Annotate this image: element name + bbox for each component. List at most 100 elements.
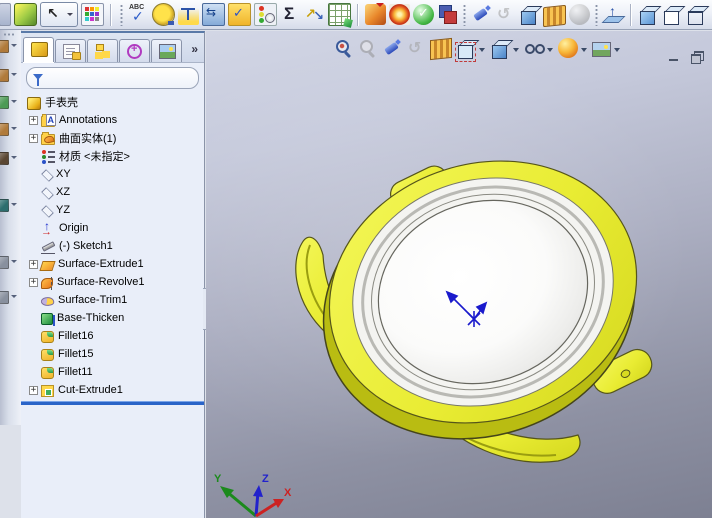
tree-item-yz[interactable]: YZ [21,201,204,219]
annotations-icon [41,114,56,127]
texture-panels-icon[interactable] [543,4,566,27]
dropdown-arrow-icon [11,127,17,133]
tree-item-label: Annotations [59,114,118,126]
strip-tool-icon[interactable] [0,291,17,304]
feature-tree: 手表壳 + Annotations + 曲面实体(1) 材质 <未指定> XY XZ YZ Ori… [21,93,204,399]
feature-statistics-icon[interactable] [254,3,277,26]
surface-trim-icon [40,295,55,308]
triad-y-label: Y [214,473,222,485]
view-cube-shaded-icon[interactable] [638,4,662,25]
color-palette-icon[interactable] [81,3,104,26]
tree-item-fillet11[interactable]: Fillet11 [21,363,204,381]
origin-icon [41,219,55,238]
part-box-icon[interactable] [14,3,37,26]
sphere-icon[interactable] [569,4,590,25]
tree-item-label: Fillet15 [58,348,94,360]
plane-icon [41,186,54,200]
tree-item-label: Origin [59,222,89,234]
filter-funnel-icon [33,74,43,86]
strip-tool-icon[interactable] [0,96,17,109]
mass-properties-icon[interactable] [178,4,199,25]
curvature-arrows-icon[interactable] [304,4,325,25]
dropdown-arrow-icon [11,203,17,209]
display-cube-icon[interactable] [519,4,543,25]
cut-extrude-icon [41,385,54,397]
toolbar-separator [630,3,632,26]
tree-item-annotations[interactable]: + Annotations [21,111,204,129]
design-table-icon[interactable] [328,3,351,26]
material-icon [41,149,55,163]
tree-item-fillet15[interactable]: Fillet15 [21,345,204,363]
update-arrows-icon[interactable] [202,3,225,26]
tree-item-surface-trim1[interactable]: Surface-Trim1 [21,291,204,309]
select-arrow-icon[interactable] [40,2,78,27]
tree-item-1[interactable]: + 曲面实体(1) [21,129,204,147]
tree-item-fillet16[interactable]: Fillet16 [21,327,204,345]
model-watch-case[interactable] [206,31,712,518]
tree-item-label: Fillet16 [58,330,94,342]
tree-expander[interactable]: + [29,385,38,395]
reference-triad: Y Z X [214,473,292,518]
tree-item-base-thicken[interactable]: Base-Thicken [21,309,204,327]
tree-item-surface-revolve1[interactable]: + Surface-Revolve1 [21,273,204,291]
tree-item-sketch1[interactable]: (-) Sketch1 [21,237,204,255]
measure-tape-icon[interactable] [152,3,175,26]
tree-item-label: 手表壳 [45,97,78,109]
tree-expander[interactable]: + [29,277,38,287]
toolbar-separator [463,3,466,26]
realview-glow-icon[interactable] [389,4,410,25]
tree-item-label: YZ [56,204,71,216]
tree-item-cut-extrude1[interactable]: + Cut-Extrude1 [21,381,204,399]
toolbar-separator [120,3,123,26]
tree-expander[interactable]: + [29,133,38,143]
tree-item-origin[interactable]: Origin [21,219,204,238]
tree-item-item[interactable]: 材质 <未指定> [21,147,204,165]
tree-item-label: 材质 <未指定> [59,151,130,163]
tree-filter-input[interactable] [47,70,193,86]
verify-check-icon[interactable] [413,4,434,25]
tree-expander[interactable]: + [29,259,38,269]
tree-expander[interactable]: + [29,115,38,125]
docked-left-toolbar [0,30,22,425]
strip-tool-icon[interactable] [0,123,17,136]
strip-tool-icon[interactable] [0,152,17,165]
previous-view-icon[interactable] [471,4,492,25]
equations-icon[interactable] [280,4,301,25]
spell-check-icon[interactable] [128,4,149,25]
strip-tool-glyph [0,291,9,304]
strip-tool-glyph [0,123,9,136]
dropdown-arrow-icon [11,295,17,301]
feature-manager-panel: » 手表壳 + Annotations + 曲面实体(1) 材质 <未指定> XY XZ YZ O… [21,31,215,518]
tab-propertymanager[interactable] [55,39,86,62]
view-cube-hlv-icon[interactable] [662,4,686,25]
tree-item-xy[interactable]: XY [21,165,204,183]
rollback-bar[interactable] [21,401,204,405]
view-cube-wire-icon[interactable] [686,4,710,25]
surface-revolve-icon [41,276,53,290]
strip-tool-icon[interactable] [0,40,17,53]
normal-to-icon[interactable] [603,3,624,25]
render-preview-icon[interactable] [365,3,386,25]
tab-featuremanager[interactable] [23,37,54,62]
compare-docs-icon[interactable] [437,4,458,25]
tab-dimxpert[interactable] [119,39,150,62]
tab-displaymanager[interactable] [151,39,182,62]
graphics-viewport[interactable]: Y Z X [206,31,712,518]
refresh-swirl-icon[interactable] [495,4,516,25]
propertymanager-icon [63,44,81,60]
part-icon [27,96,41,110]
strip-tool-icon[interactable] [0,69,17,82]
strip-tool-icon[interactable] [0,256,17,269]
tree-item-xz[interactable]: XZ [21,183,204,201]
grid-partial-icon[interactable] [0,3,11,26]
tree-item-item[interactable]: 手表壳 [21,93,204,111]
tab-configurationmanager[interactable] [87,39,118,62]
dropdown-arrow-icon [11,156,17,162]
strip-tool-icon[interactable] [0,199,17,212]
tree-item-surface-extrude1[interactable]: + Surface-Extrude1 [21,255,204,273]
more-tabs-button[interactable]: » [187,42,202,56]
design-binder-icon[interactable] [228,3,251,26]
toolbar-separator [110,3,112,26]
cube-front-face [521,11,536,25]
tree-filter-bar[interactable] [26,67,199,89]
